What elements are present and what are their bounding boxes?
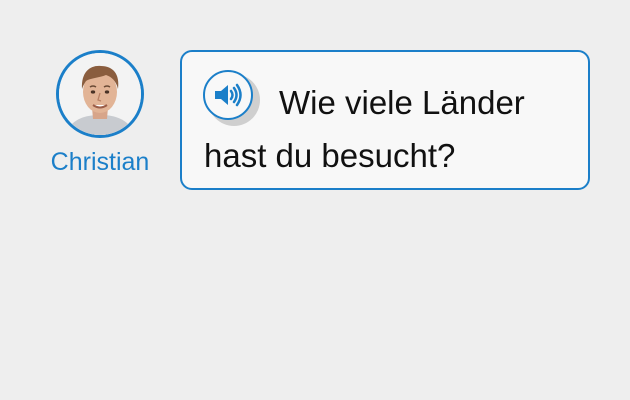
speaker-name: Christian — [50, 148, 150, 176]
speaker: Christian — [46, 50, 154, 177]
prompt-text: Wie viele Länder hast du besucht? — [204, 84, 525, 174]
person-photo-icon — [59, 53, 141, 135]
speech-bubble: Wie viele Länder hast du besucht? — [180, 50, 590, 190]
avatar — [56, 50, 144, 138]
